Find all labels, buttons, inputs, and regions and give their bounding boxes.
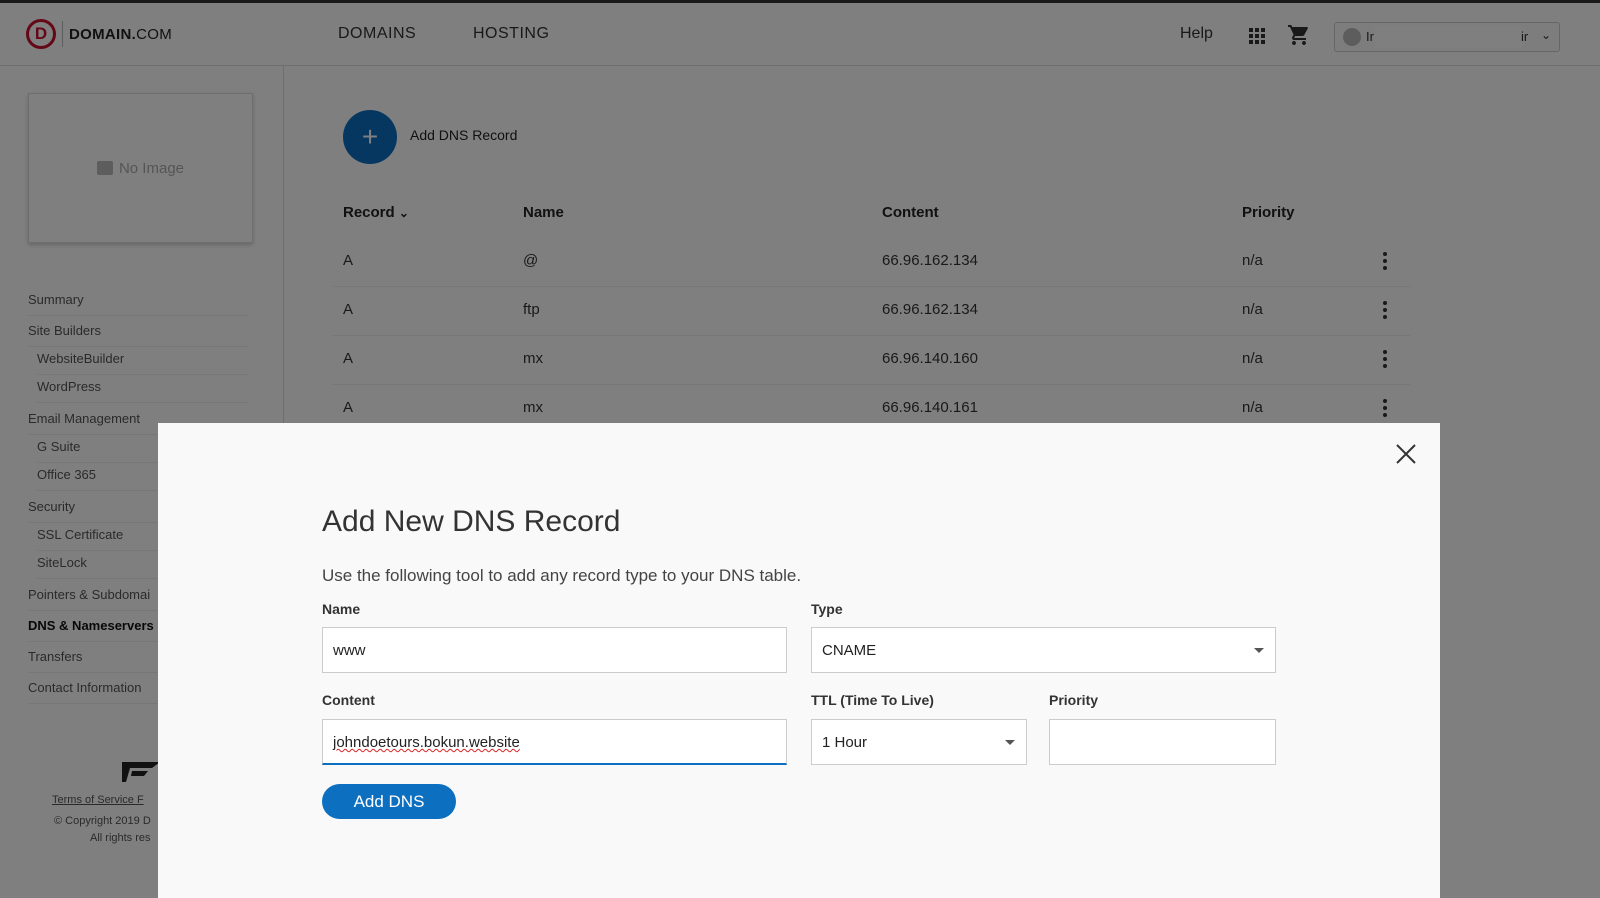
close-icon[interactable] (1395, 443, 1417, 465)
add-dns-button[interactable]: Add DNS (322, 784, 456, 819)
type-select-value: CNAME (822, 642, 877, 659)
modal-description: Use the following tool to add any record… (322, 566, 802, 585)
content-field-label: Content (322, 692, 375, 708)
type-select[interactable]: CNAME (811, 627, 1276, 673)
modal-title: Add New DNS Record (322, 505, 621, 538)
content-input-value: johndoetours.bokun.website (333, 734, 520, 751)
dropdown-caret-icon (1005, 740, 1015, 745)
content-input[interactable]: johndoetours.bokun.website (322, 719, 787, 765)
add-dns-record-modal: Add New DNS Record Use the following too… (158, 423, 1440, 898)
ttl-select-value: 1 Hour (822, 734, 868, 751)
ttl-field-label: TTL (Time To Live) (811, 692, 934, 708)
priority-field-label: Priority (1049, 692, 1099, 708)
name-input[interactable] (322, 627, 787, 673)
type-field-label: Type (811, 601, 843, 617)
ttl-select[interactable]: 1 Hour (811, 719, 1027, 765)
priority-input[interactable] (1049, 719, 1276, 765)
name-field-label: Name (322, 601, 361, 617)
dropdown-caret-icon (1254, 648, 1264, 653)
